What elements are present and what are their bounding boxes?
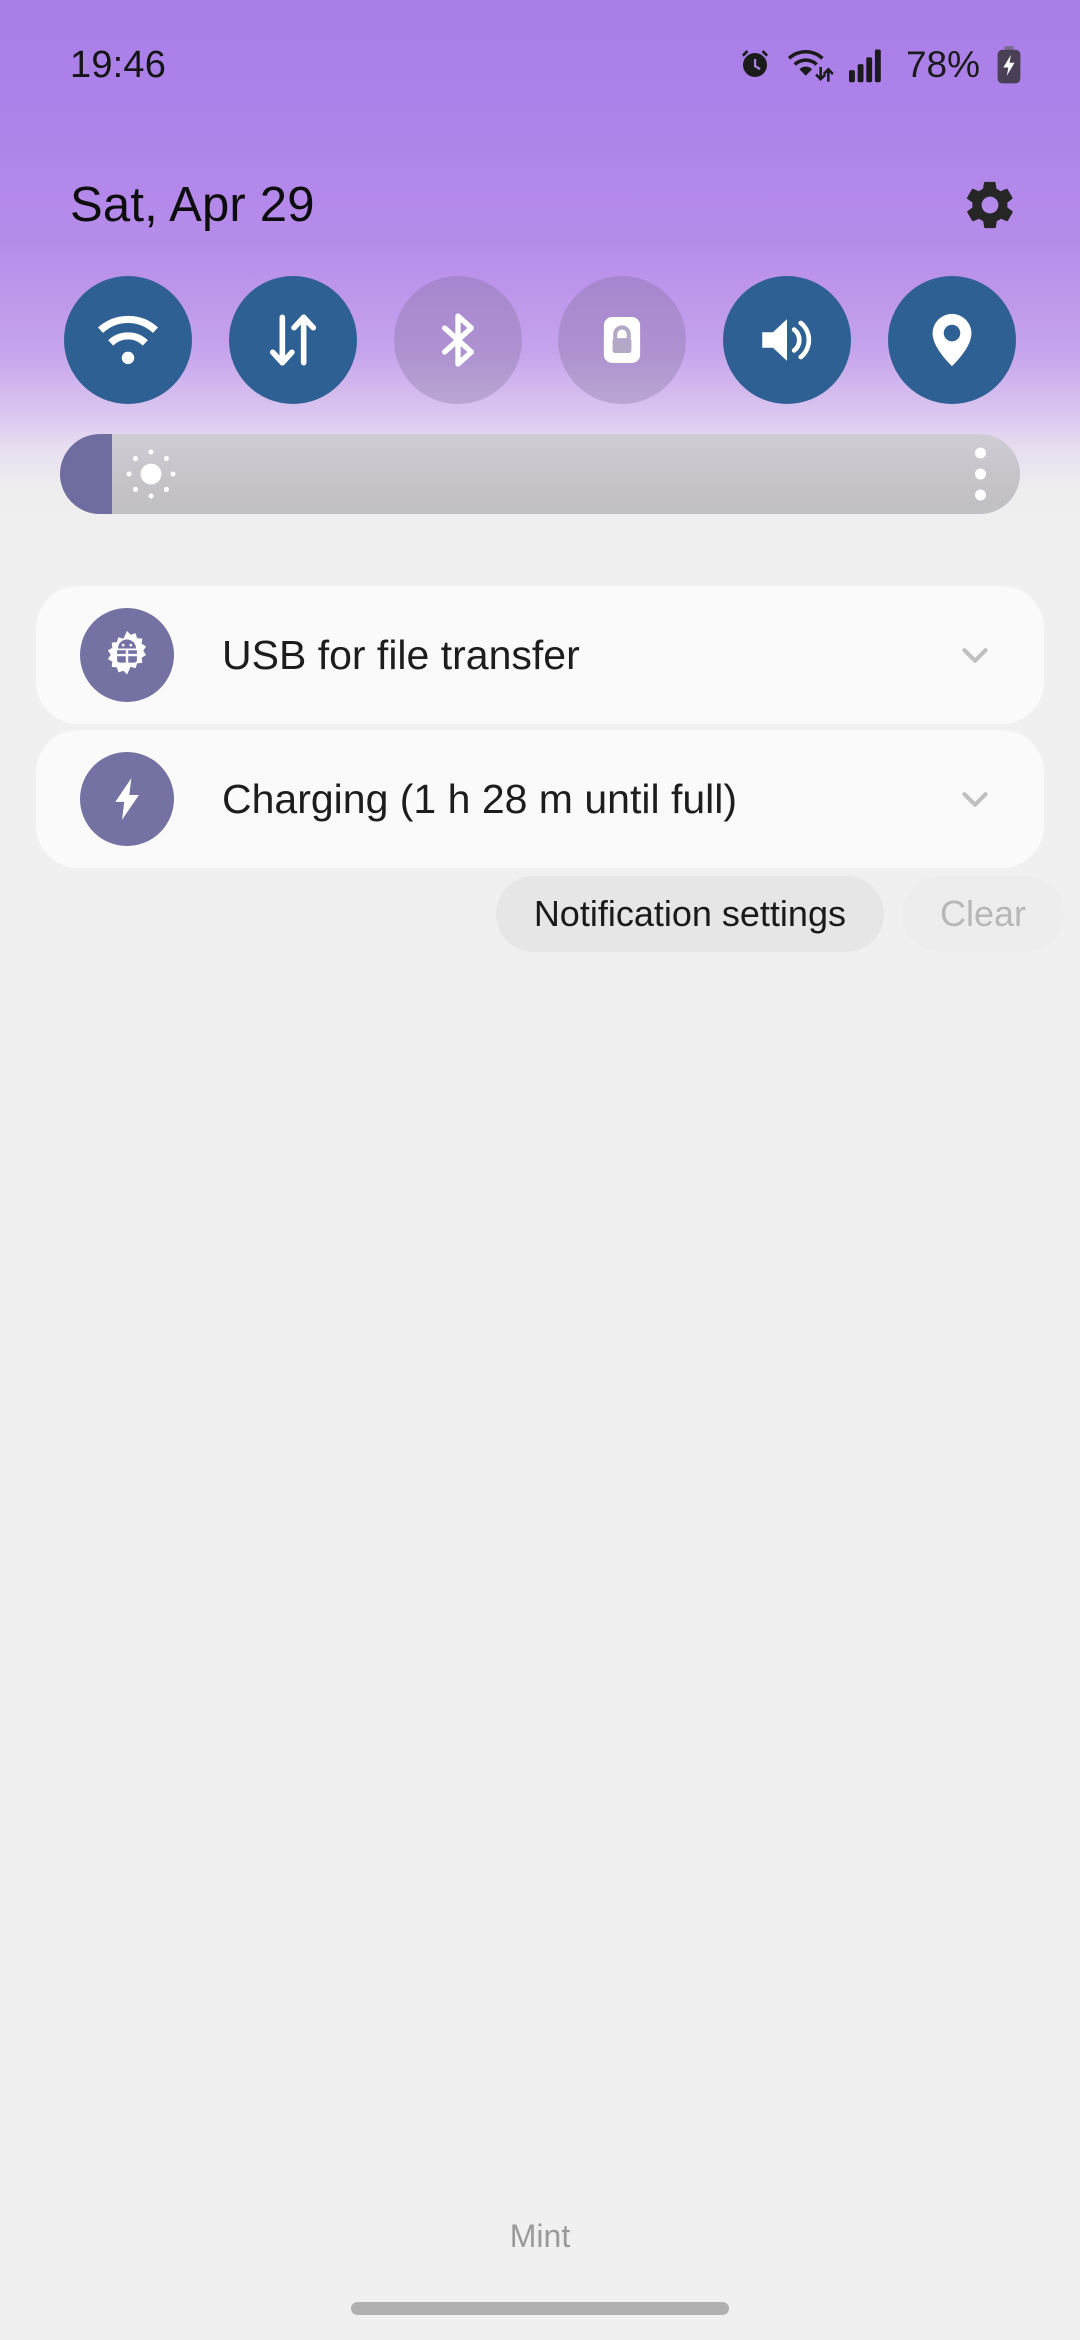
- quick-tile-location[interactable]: [887, 276, 1016, 404]
- shade-header: Sat, Apr 29: [0, 155, 1080, 255]
- brightness-slider-fill: [60, 434, 112, 514]
- quick-tile-auto-rotate[interactable]: [558, 276, 687, 404]
- wifi-icon: [94, 306, 162, 374]
- bluetooth-icon: [426, 308, 490, 372]
- gear-icon[interactable]: [962, 177, 1018, 233]
- status-bar: 19:46 78%: [0, 0, 1080, 130]
- chevron-down-icon[interactable]: [952, 632, 998, 678]
- volume-icon: [754, 307, 820, 373]
- clear-button[interactable]: Clear: [901, 876, 1064, 952]
- overflow-dot: [975, 489, 986, 501]
- overflow-menu-icon[interactable]: [975, 447, 986, 501]
- navigation-gesture-pill[interactable]: [351, 2302, 729, 2315]
- wifi-data-icon: [787, 47, 835, 83]
- battery-percent-label: 78%: [905, 44, 980, 85]
- location-pin-icon: [920, 308, 984, 372]
- notification-row-charging[interactable]: Charging (1 h 28 m until full): [36, 730, 1044, 868]
- quick-tile-mobile-data[interactable]: [228, 276, 357, 404]
- quick-tile-bluetooth[interactable]: [393, 276, 522, 404]
- quick-tile-sound[interactable]: [723, 276, 852, 404]
- brightness-sun-icon: [122, 445, 180, 503]
- date-label: Sat, Apr 29: [70, 178, 315, 232]
- data-arrows-icon: [261, 308, 325, 372]
- notification-settings-button[interactable]: Notification settings: [495, 876, 884, 952]
- overflow-dot: [975, 468, 986, 480]
- battery-charging-icon: [996, 46, 1022, 84]
- android-gear-icon: [80, 608, 174, 702]
- notification-actions: Notification settings Clear: [495, 876, 1064, 952]
- rotation-lock-icon: [593, 311, 651, 369]
- status-bar-icons: 78%: [737, 44, 1022, 86]
- notification-row-usb[interactable]: USB for file transfer: [36, 586, 1044, 724]
- carrier-label: Mint: [509, 2218, 571, 2254]
- signal-bars-icon: [848, 47, 887, 83]
- alarm-icon: [737, 47, 773, 83]
- lightning-bolt-icon: [80, 752, 174, 846]
- notification-title: Charging (1 h 28 m until full): [222, 775, 738, 822]
- quick-settings-row: [0, 270, 1080, 410]
- quick-tile-wifi[interactable]: [64, 276, 192, 404]
- brightness-slider[interactable]: [60, 434, 1020, 514]
- notification-list: USB for file transfer Charging (1 h 28 m…: [36, 586, 1044, 868]
- notification-title: USB for file transfer: [222, 631, 580, 678]
- status-bar-clock: 19:46: [70, 43, 167, 86]
- overflow-dot: [975, 447, 986, 459]
- chevron-down-icon[interactable]: [952, 776, 998, 822]
